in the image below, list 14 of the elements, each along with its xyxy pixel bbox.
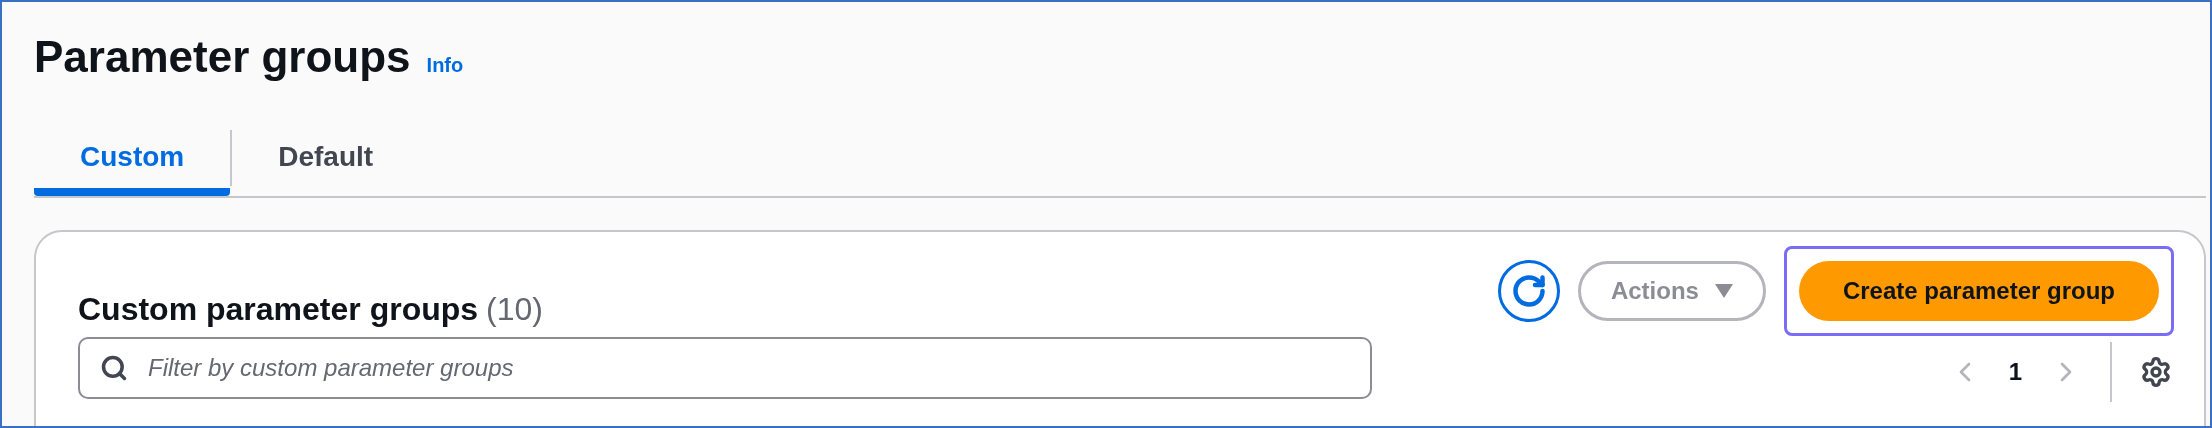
search-icon [100,354,128,382]
panel-title: Custom parameter groups [78,290,479,329]
settings-icon[interactable] [2140,356,2172,388]
refresh-icon [1510,273,1547,309]
caret-icon [1714,284,1733,298]
page-title: Parameter groups [34,31,411,83]
search-field[interactable]: Filter by custom parameter groups [78,337,1372,399]
tab[interactable]: Custom [34,120,231,196]
page-number[interactable]: 1 [2008,354,2022,390]
tab[interactable]: Default [232,120,420,196]
create-button[interactable]: Create parameter group [1798,261,2159,321]
info-link[interactable]: Info [426,50,464,80]
item-count: (10) [486,290,543,329]
refresh-button[interactable] [1497,260,1560,322]
